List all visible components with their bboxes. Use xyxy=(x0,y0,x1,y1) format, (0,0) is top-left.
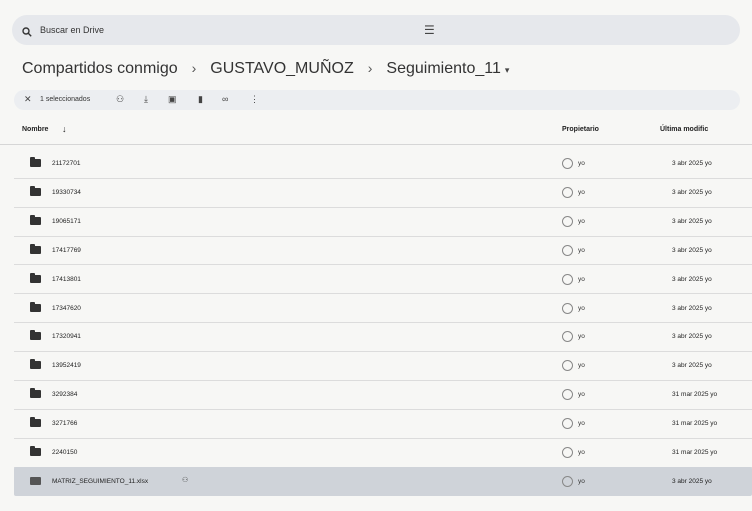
spreadsheet-icon xyxy=(30,476,41,485)
owner-name: yo xyxy=(578,160,585,167)
file-row[interactable]: 13952419 yo 3 abr 2025 yo xyxy=(14,351,752,382)
folder-icon xyxy=(30,272,41,283)
folder-icon xyxy=(30,185,41,196)
file-name[interactable]: 17417769 xyxy=(52,247,81,254)
owner-avatar-icon xyxy=(562,186,573,198)
owner-avatar-icon xyxy=(562,244,573,256)
owner-name: yo xyxy=(578,304,585,312)
modified-date: 3 abr 2025 yo xyxy=(672,217,712,225)
modified-date: 3 abr 2025 yo xyxy=(672,477,712,485)
file-row[interactable]: MATRIZ_SEGUIMIENTO_11.xlsx ⚇ yo 3 abr 2025 … xyxy=(14,466,752,496)
owner-avatar-icon xyxy=(562,273,573,285)
close-icon[interactable]: ✕ xyxy=(24,94,32,105)
search-icon[interactable] xyxy=(22,24,32,42)
owner-name: yo xyxy=(578,333,585,341)
modified-date: 3 abr 2025 yo xyxy=(672,160,712,167)
modified-date: 3 abr 2025 yo xyxy=(672,246,712,254)
owner-name: yo xyxy=(578,275,585,283)
owner-avatar-icon xyxy=(562,158,573,169)
owner-avatar-icon xyxy=(562,215,573,227)
file-name[interactable]: 17347620 xyxy=(52,305,81,312)
selection-count: 1 seleccionados xyxy=(40,96,91,103)
file-name[interactable]: MATRIZ_SEGUIMIENTO_11.xlsx xyxy=(52,478,148,485)
file-name[interactable]: 19065171 xyxy=(52,218,81,225)
folder-icon xyxy=(30,243,41,254)
folder-icon xyxy=(30,330,41,341)
modified-date: 3 abr 2025 yo xyxy=(672,362,712,370)
file-row[interactable]: 17347620 yo 3 abr 2025 yo xyxy=(14,294,752,324)
file-name[interactable]: 17320941 xyxy=(52,333,81,340)
owner-avatar-icon xyxy=(562,360,573,372)
shared-icon: ⚇ xyxy=(182,476,189,484)
trash-icon[interactable]: ▮ xyxy=(198,94,203,105)
chevron-right-icon: › xyxy=(191,60,197,76)
file-row[interactable]: 21172701 yo 3 abr 2025 yo xyxy=(14,149,752,179)
file-row[interactable]: 3292384 yo 31 mar 2025 yo xyxy=(14,380,752,410)
folder-icon xyxy=(30,359,41,370)
share-icon[interactable]: ⚇ xyxy=(116,94,124,105)
owner-avatar-icon xyxy=(562,418,573,430)
file-name[interactable]: 2240150 xyxy=(52,449,77,456)
owner-name: yo xyxy=(578,217,585,225)
modified-date: 3 abr 2025 yo xyxy=(672,333,712,341)
file-row[interactable]: 17417769 yo 3 abr 2025 yo xyxy=(14,236,752,266)
folder-icon xyxy=(30,446,41,456)
breadcrumb-parent[interactable]: GUSTAVO_MUÑOZ xyxy=(210,60,353,77)
owner-name: yo xyxy=(578,449,585,456)
owner-name: yo xyxy=(578,420,585,428)
owner-avatar-icon xyxy=(562,475,573,487)
file-row[interactable]: 17413801 yo 3 abr 2025 yo xyxy=(14,265,752,295)
owner-avatar-icon xyxy=(562,389,573,401)
owner-name: yo xyxy=(578,188,585,196)
column-header-name[interactable]: Nombre xyxy=(22,126,48,133)
owner-name: yo xyxy=(578,246,585,254)
column-header-owner: Propietario xyxy=(562,126,599,133)
owner-name: yo xyxy=(578,391,585,399)
owner-avatar-icon xyxy=(562,447,573,458)
search-bar[interactable]: Buscar en Drive ☰ xyxy=(12,15,740,45)
file-name[interactable]: 13952419 xyxy=(52,362,81,369)
column-header-modified[interactable]: Última modific xyxy=(660,126,708,133)
owner-avatar-icon xyxy=(562,302,573,314)
folder-icon xyxy=(30,214,41,225)
folder-icon xyxy=(30,388,41,399)
filter-options-icon[interactable]: ☰ xyxy=(424,23,435,37)
owner-avatar-icon xyxy=(562,331,573,343)
file-row[interactable]: 19330734 yo 3 abr 2025 yo xyxy=(14,178,752,208)
folder-icon xyxy=(30,301,41,312)
file-row[interactable]: 17320941 yo 3 abr 2025 yo xyxy=(14,322,752,353)
breadcrumb: Compartidos conmigo › GUSTAVO_MUÑOZ › Seguim… xyxy=(22,60,509,78)
sort-arrow-icon[interactable]: ↓ xyxy=(62,124,67,134)
file-row[interactable]: 19065171 yo 3 abr 2025 yo xyxy=(14,207,752,237)
search-input[interactable]: Buscar en Drive xyxy=(40,25,104,35)
selection-toolbar: ✕ 1 seleccionados ⚇ ⤓ ▣ ▮ ∞ ⋮ xyxy=(14,90,740,110)
link-icon[interactable]: ∞ xyxy=(222,94,228,104)
folder-icon xyxy=(30,417,41,428)
chevron-right-icon: › xyxy=(367,60,373,76)
download-icon[interactable]: ⤓ xyxy=(144,94,148,105)
file-name[interactable]: 21172701 xyxy=(52,160,80,167)
file-name[interactable]: 19330734 xyxy=(52,189,81,196)
file-row[interactable]: 3271766 yo 31 mar 2025 yo xyxy=(14,409,752,439)
table-header: Nombre ↓ Propietario Última modific xyxy=(0,118,752,145)
more-options-icon[interactable]: ⋮ xyxy=(250,94,259,105)
breadcrumb-current[interactable]: Seguimiento_11 xyxy=(386,60,500,77)
modified-date: 3 abr 2025 yo xyxy=(672,188,712,196)
file-row[interactable]: 2240150 yo 31 mar 2025 yo xyxy=(14,438,752,468)
folder-icon xyxy=(30,157,41,167)
file-name[interactable]: 17413801 xyxy=(52,276,81,283)
file-name[interactable]: 3271766 xyxy=(52,420,77,427)
file-name[interactable]: 3292384 xyxy=(52,391,77,398)
modified-date: 31 mar 2025 yo xyxy=(672,420,718,428)
modified-date: 3 abr 2025 yo xyxy=(672,304,712,312)
owner-name: yo xyxy=(578,477,585,485)
breadcrumb-root[interactable]: Compartidos conmigo xyxy=(22,60,178,77)
dropdown-arrow-icon[interactable]: ▾ xyxy=(505,65,510,75)
modified-date: 31 mar 2025 yo xyxy=(672,391,718,399)
owner-name: yo xyxy=(578,362,585,370)
modified-date: 31 mar 2025 yo xyxy=(672,449,718,456)
modified-date: 3 abr 2025 yo xyxy=(672,275,712,283)
move-icon[interactable]: ▣ xyxy=(168,94,177,105)
